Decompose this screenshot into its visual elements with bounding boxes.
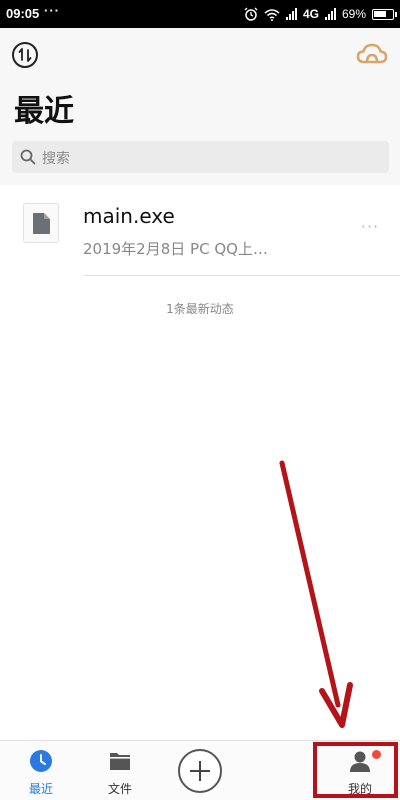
bottom-nav: 最近 文件 我的	[0, 740, 400, 800]
nav-label-files: 文件	[107, 782, 132, 796]
battery-fill	[374, 10, 386, 17]
battery-icon	[372, 8, 397, 20]
status-bar: 09:05 ··· 4G 69%	[0, 0, 400, 28]
wifi-icon	[264, 8, 280, 21]
file-meta: 2019年2月8日 PC QQ上…	[83, 240, 268, 258]
notification-badge	[372, 750, 381, 759]
annotation-arrow-icon	[279, 460, 353, 728]
nav-label-mine: 我的	[347, 782, 372, 796]
profile-icon	[350, 751, 370, 772]
status-more-dots: ···	[44, 3, 60, 18]
folder-icon	[110, 753, 130, 770]
file-icon	[33, 213, 50, 234]
sort-arrows-icon	[18, 48, 32, 62]
signal-icon	[285, 8, 297, 20]
nav-label-recent: 最近	[28, 782, 53, 796]
cloud-icon[interactable]	[356, 42, 388, 66]
nav-item-recent[interactable]: 最近	[11, 741, 71, 800]
status-icons: 4G 69%	[244, 5, 397, 23]
file-thumbnail	[23, 203, 59, 243]
signal-icon-2	[324, 8, 336, 20]
status-time: 09:05	[6, 6, 40, 21]
search-input[interactable]: 搜索	[12, 141, 389, 173]
nav-item-mine[interactable]: 我的	[330, 741, 390, 800]
nav-item-files[interactable]: 文件	[90, 741, 150, 800]
search-icon	[20, 149, 36, 165]
page-title: 最近	[14, 94, 74, 129]
divider	[83, 275, 400, 276]
header: 最近 搜索	[0, 28, 400, 185]
add-button[interactable]	[178, 749, 222, 793]
update-count: 1条最新动态	[166, 302, 234, 316]
alarm-icon	[244, 7, 258, 21]
search-placeholder: 搜索	[42, 151, 70, 167]
battery-percent: 69%	[341, 7, 366, 21]
network-type: 4G	[302, 7, 319, 21]
more-options-button[interactable]: ···	[356, 219, 384, 238]
clock-icon	[30, 750, 52, 772]
file-name: main.exe	[83, 204, 175, 228]
sort-icon[interactable]	[12, 42, 38, 68]
list-item[interactable]: main.exe 2019年2月8日 PC QQ上… ···	[0, 186, 400, 276]
